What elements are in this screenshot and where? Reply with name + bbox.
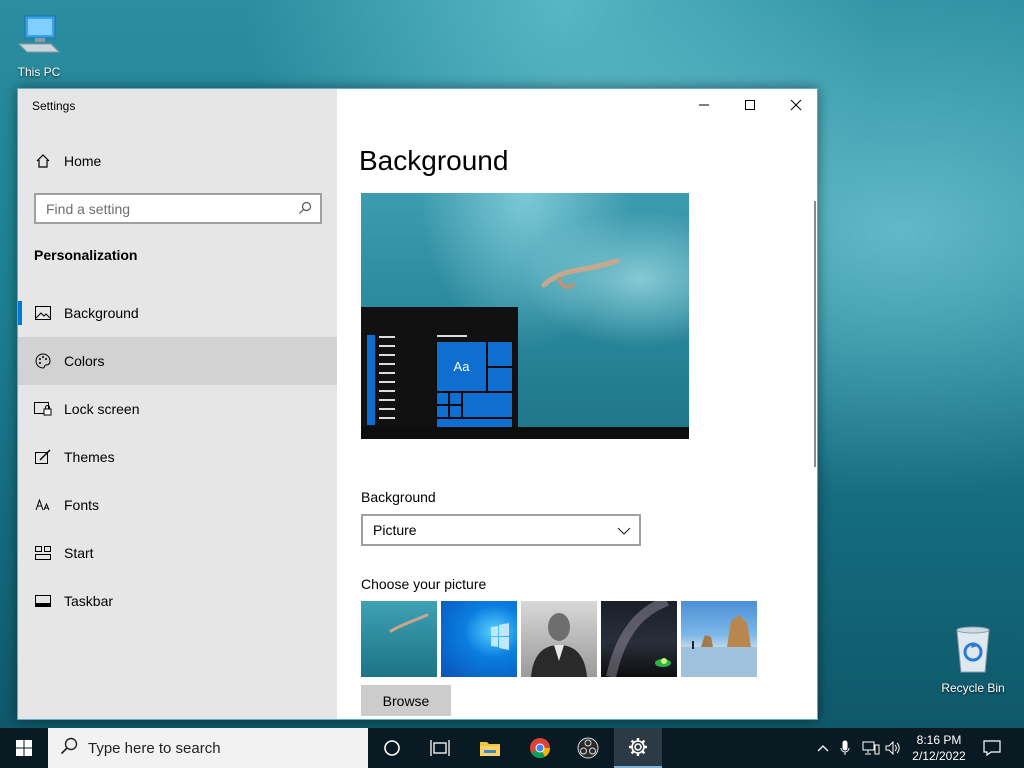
sidebar-item-taskbar[interactable]: Taskbar	[18, 577, 337, 625]
sidebar-item-label: Fonts	[64, 497, 100, 513]
sidebar-item-start[interactable]: Start	[18, 529, 337, 577]
close-button[interactable]	[773, 89, 819, 121]
sidebar-item-fonts[interactable]: Fonts	[18, 481, 337, 529]
sidebar-item-label: Colors	[64, 353, 105, 369]
volume-tray-button[interactable]	[884, 728, 904, 768]
taskbar-clock[interactable]: 8:16 PM 2/12/2022	[904, 732, 974, 764]
find-setting-input[interactable]: Find a setting	[34, 193, 322, 224]
preview-start-menu: Aa	[361, 307, 518, 439]
sidebar-item-label: Background	[64, 305, 139, 321]
this-pc-label: This PC	[17, 65, 61, 79]
page-title: Background	[359, 145, 509, 176]
recycle-bin-icon	[956, 626, 990, 673]
fonts-icon	[34, 496, 52, 514]
clock-date: 2/12/2022	[912, 749, 966, 763]
settings-window: Settings Home Find a setting Personaliza…	[17, 88, 818, 720]
sidebar-item-lock-screen[interactable]: Lock screen	[18, 385, 337, 433]
background-preview: Aa	[361, 193, 689, 439]
sidebar-item-label: Lock screen	[64, 401, 140, 417]
preview-tile-aa: Aa	[436, 341, 487, 392]
computer-icon	[17, 15, 61, 53]
preview-taskbar	[361, 427, 689, 439]
chevron-down-icon	[617, 524, 631, 540]
network-tray-button[interactable]	[860, 728, 882, 768]
picture-thumb-windows[interactable]	[441, 601, 517, 677]
sidebar-item-label: Home	[64, 153, 102, 169]
show-hidden-icons-button[interactable]	[814, 728, 832, 768]
taskbar: Type here to search 8:16 PM 2/12/2022	[0, 728, 1024, 768]
windows-logo-icon	[16, 740, 32, 756]
volume-icon	[885, 741, 900, 755]
lock-screen-icon	[34, 400, 52, 418]
search-placeholder: Find a setting	[46, 200, 131, 217]
picture-thumb-beach[interactable]	[681, 601, 757, 677]
palette-icon	[34, 352, 52, 370]
picture-thumb-underwater[interactable]	[361, 601, 437, 677]
start-button[interactable]	[0, 728, 48, 768]
taskbar-search-placeholder: Type here to search	[88, 739, 221, 757]
sidebar-item-themes[interactable]: Themes	[18, 433, 337, 481]
sidebar-item-background[interactable]: Background	[18, 289, 337, 337]
start-icon	[34, 544, 52, 562]
microphone-icon	[840, 740, 850, 755]
recycle-bin-label: Recycle Bin	[941, 681, 1005, 695]
microphone-tray-button[interactable]	[836, 728, 854, 768]
cortana-icon	[384, 740, 400, 756]
picture-thumb-portrait[interactable]	[521, 601, 597, 677]
obs-icon	[577, 737, 599, 759]
settings-content: Background Aa Background Picture Choose …	[337, 89, 817, 719]
settings-taskbar-button[interactable]	[614, 728, 662, 768]
task-view-icon	[430, 740, 450, 756]
window-title: Settings	[32, 99, 76, 113]
maximize-button[interactable]	[727, 89, 773, 121]
sidebar-item-label: Themes	[64, 449, 115, 465]
choose-picture-label: Choose your picture	[361, 576, 487, 592]
clock-time: 8:16 PM	[916, 733, 962, 747]
maximize-icon	[745, 100, 755, 110]
search-icon	[298, 201, 312, 218]
gear-icon	[629, 738, 647, 756]
file-explorer-button[interactable]	[466, 728, 514, 768]
chrome-button[interactable]	[516, 728, 564, 768]
minimize-icon	[699, 104, 709, 106]
sidebar-item-label: Start	[64, 545, 94, 561]
task-view-button[interactable]	[416, 728, 464, 768]
network-icon	[862, 741, 880, 755]
content-scrollbar[interactable]	[814, 201, 816, 467]
image-icon	[34, 304, 52, 322]
taskbar-search-box[interactable]: Type here to search	[48, 728, 368, 768]
sidebar-item-home[interactable]: Home	[18, 137, 337, 185]
swimmer-image	[541, 258, 619, 289]
close-icon	[790, 99, 802, 111]
picture-thumb-night-sky[interactable]	[601, 601, 677, 677]
background-label: Background	[361, 489, 436, 505]
sidebar-section-title: Personalization	[34, 247, 138, 263]
sidebar-item-colors[interactable]: Colors	[18, 337, 337, 385]
chevron-up-icon	[817, 745, 829, 752]
home-icon	[34, 152, 52, 170]
dropdown-value: Picture	[373, 522, 417, 538]
desktop-icon-recycle-bin[interactable]: Recycle Bin	[938, 624, 1008, 695]
search-icon	[60, 737, 78, 759]
settings-sidebar: Settings Home Find a setting Personaliza…	[18, 89, 337, 719]
browse-button[interactable]: Browse	[361, 685, 451, 716]
sidebar-item-label: Taskbar	[64, 593, 114, 609]
folder-icon	[480, 742, 500, 756]
background-type-dropdown[interactable]: Picture	[361, 514, 641, 546]
notification-icon	[983, 740, 1001, 756]
minimize-button[interactable]	[681, 89, 727, 121]
action-center-button[interactable]	[978, 728, 1006, 768]
chrome-icon	[530, 738, 551, 759]
cortana-button[interactable]	[368, 728, 416, 768]
taskbar-icon	[34, 592, 52, 610]
themes-icon	[34, 448, 52, 466]
obs-button[interactable]	[564, 728, 612, 768]
desktop-icon-this-pc[interactable]: This PC	[4, 10, 74, 79]
